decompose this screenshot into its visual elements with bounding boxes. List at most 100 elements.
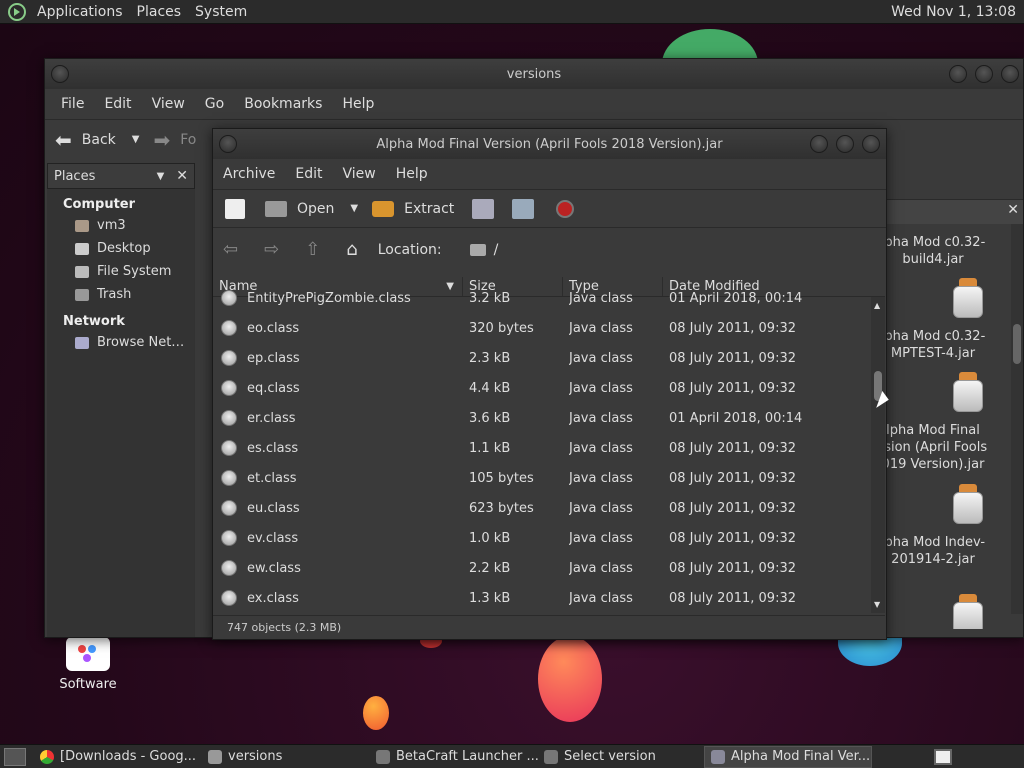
menu-system[interactable]: System: [188, 4, 254, 20]
extract-button[interactable]: Extract: [372, 200, 454, 217]
places-header[interactable]: Places ▼ ✕: [47, 163, 195, 189]
task-alpha-mod[interactable]: Alpha Mod Final Ver...: [704, 745, 872, 768]
scroll-down-icon[interactable]: ▼: [874, 600, 880, 609]
stop-icon[interactable]: [556, 199, 575, 218]
menu-edit[interactable]: Edit: [94, 96, 141, 112]
menu-help[interactable]: Help: [386, 166, 438, 182]
menu-go[interactable]: Go: [195, 96, 234, 112]
file-icon-item[interactable]: lpha Mod c0.32- MPTEST-4.jar: [883, 328, 993, 362]
jar-icon[interactable]: [951, 594, 985, 629]
open-button[interactable]: Open: [265, 200, 334, 217]
menu-archive[interactable]: Archive: [213, 166, 285, 182]
menu-help[interactable]: Help: [332, 96, 384, 112]
vertical-scrollbar[interactable]: ▲ ▼: [871, 297, 885, 613]
archive-title: Alpha Mod Final Version (April Fools 201…: [376, 136, 723, 152]
scrollbar-thumb[interactable]: [1013, 324, 1021, 364]
location-path[interactable]: /: [494, 242, 499, 258]
table-row[interactable]: eu.class 623 bytes Java class 08 July 2011,…: [213, 493, 885, 523]
menu-view[interactable]: View: [333, 166, 386, 182]
table-row[interactable]: ew.class 2.2 kB Java class 08 July 2011, 09…: [213, 553, 885, 583]
workspace-switcher-icon[interactable]: [934, 748, 952, 765]
file-icon-item[interactable]: lpha Mod Final rsion (April Fools 019 Ve…: [883, 422, 993, 473]
file-type: Java class: [569, 590, 633, 606]
minimize-button[interactable]: [949, 65, 967, 83]
file-type: Java class: [569, 560, 633, 576]
chevron-down-icon[interactable]: ▼: [350, 203, 358, 214]
table-row[interactable]: eq.class 4.4 kB Java class 08 July 2011, 09…: [213, 373, 885, 403]
back-arrow-icon: ⬅: [55, 127, 72, 152]
file-date: 08 July 2011, 09:32: [669, 560, 796, 576]
sidebar-item-browse-network[interactable]: Browse Net…: [47, 331, 195, 354]
up-arrow-icon[interactable]: ⇧: [305, 239, 320, 260]
java-class-icon: [221, 350, 237, 366]
sidebar-item-filesystem[interactable]: File System: [47, 260, 195, 283]
file-size: 4.4 kB: [469, 380, 511, 396]
table-row[interactable]: ex.class 1.3 kB Java class 08 July 2011, 09…: [213, 583, 885, 613]
menu-bookmarks[interactable]: Bookmarks: [234, 96, 332, 112]
back-button[interactable]: ⬅ Back ▼: [55, 128, 139, 152]
task-versions[interactable]: versions: [202, 746, 370, 768]
minimize-button[interactable]: [810, 135, 828, 153]
menu-file[interactable]: File: [51, 96, 94, 112]
task-betacraft[interactable]: BetaCraft Launcher ...: [370, 746, 538, 768]
sidebar-item-trash[interactable]: Trash: [47, 283, 195, 306]
versions-menubar: File Edit View Go Bookmarks Help: [45, 89, 1023, 119]
archive-titlebar[interactable]: Alpha Mod Final Version (April Fools 201…: [213, 129, 886, 159]
add-files-icon[interactable]: [472, 198, 495, 219]
close-icon[interactable]: ✕: [176, 168, 188, 184]
menu-edit[interactable]: Edit: [285, 166, 332, 182]
clock[interactable]: Wed Nov 1, 13:08: [891, 4, 1024, 20]
close-button[interactable]: [1001, 65, 1019, 83]
java-class-icon: [221, 590, 237, 606]
chevron-down-icon[interactable]: ▼: [132, 134, 140, 145]
menu-places[interactable]: Places: [130, 4, 189, 20]
menu-view[interactable]: View: [142, 96, 195, 112]
home-icon[interactable]: ⌂: [346, 239, 357, 260]
chevron-down-icon[interactable]: ▼: [157, 171, 165, 182]
table-row[interactable]: EntityPrePigZombie.class 3.2 kB Java class…: [213, 283, 885, 313]
software-icon[interactable]: [66, 637, 110, 671]
close-icon[interactable]: ✕: [1007, 202, 1019, 218]
java-class-icon: [221, 530, 237, 546]
table-row[interactable]: et.class 105 bytes Java class 08 July 2011,…: [213, 463, 885, 493]
task-downloads[interactable]: [Downloads - Goog...: [34, 746, 202, 768]
table-row[interactable]: ev.class 1.0 kB Java class 08 July 2011, 09…: [213, 523, 885, 553]
new-archive-icon[interactable]: [225, 198, 245, 219]
table-row[interactable]: es.class 1.1 kB Java class 08 July 2011, 09…: [213, 433, 885, 463]
sidebar-item-desktop[interactable]: Desktop: [47, 237, 195, 260]
app-icon: [376, 749, 390, 764]
file-icon-item[interactable]: lpha Mod Indev- 201914-2.jar: [883, 534, 993, 568]
forward-button[interactable]: ➡ Fo: [153, 128, 196, 152]
task-select-version[interactable]: Select version: [538, 746, 704, 768]
maximize-button[interactable]: [836, 135, 854, 153]
maximize-button[interactable]: [975, 65, 993, 83]
versions-titlebar[interactable]: versions: [45, 59, 1023, 89]
forward-arrow-icon[interactable]: ⇨: [264, 239, 279, 260]
add-folder-icon[interactable]: [512, 198, 535, 219]
window-menu-icon[interactable]: [219, 135, 237, 153]
file-size: 3.2 kB: [469, 290, 511, 306]
show-desktop-icon[interactable]: [4, 747, 26, 766]
sidebar-item-vm3[interactable]: vm3: [47, 214, 195, 237]
window-menu-icon[interactable]: [51, 65, 69, 83]
back-arrow-icon[interactable]: ⇦: [223, 239, 238, 260]
file-name: ex.class: [247, 590, 299, 606]
file-size: 623 bytes: [469, 500, 534, 516]
menu-applications[interactable]: Applications: [30, 4, 130, 20]
file-size: 1.0 kB: [469, 530, 511, 546]
jar-icon[interactable]: [951, 484, 985, 524]
jar-icon[interactable]: [951, 372, 985, 412]
file-icon-item[interactable]: lpha Mod c0.32- build4.jar: [883, 234, 993, 268]
network-icon: [75, 336, 89, 349]
file-size: 105 bytes: [469, 470, 534, 486]
file-type: Java class: [569, 380, 633, 396]
jar-icon[interactable]: [951, 278, 985, 318]
table-row[interactable]: ep.class 2.3 kB Java class 08 July 2011, 09…: [213, 343, 885, 373]
close-button[interactable]: [862, 135, 880, 153]
table-row[interactable]: eo.class 320 bytes Java class 08 July 2011,…: [213, 313, 885, 343]
file-type: Java class: [569, 440, 633, 456]
scroll-up-icon[interactable]: ▲: [874, 301, 880, 310]
scrollbar[interactable]: [1011, 224, 1023, 614]
menu-logo-icon[interactable]: [8, 2, 26, 21]
table-row[interactable]: er.class 3.6 kB Java class 01 April 2018, 0…: [213, 403, 885, 433]
